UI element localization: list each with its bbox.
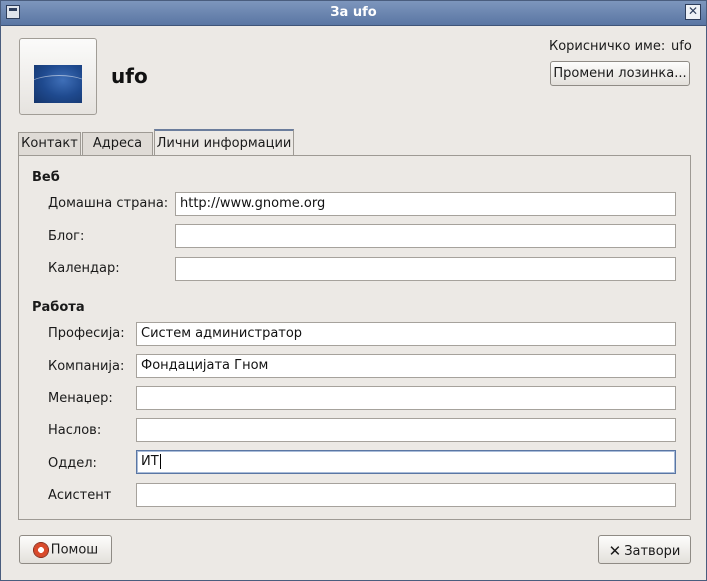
homepage-input[interactable]: http://www.gnome.org <box>175 192 676 216</box>
job-title-label: Наслов: <box>48 423 102 438</box>
avatar-button[interactable] <box>19 38 97 115</box>
help-button[interactable]: Помош <box>19 535 112 564</box>
help-lifebuoy-icon <box>32 542 49 558</box>
close-button-label: Затвори <box>624 544 681 559</box>
about-me-dialog: За ufo ✕ ufo Корисничко име: ufo Промени… <box>0 0 707 581</box>
department-input[interactable]: ИТ <box>136 450 676 474</box>
assistant-input[interactable] <box>136 483 676 507</box>
close-icon: ✕ <box>608 542 622 560</box>
tab-contact[interactable]: Контакт <box>18 132 81 156</box>
manager-input[interactable] <box>136 386 676 410</box>
avatar <box>34 65 82 103</box>
help-button-label: Помош <box>50 542 99 558</box>
calendar-label: Календар: <box>48 261 120 276</box>
assistant-label: Асистент <box>48 488 112 503</box>
window-title: За ufo <box>330 5 377 20</box>
calendar-input[interactable] <box>175 257 676 281</box>
change-password-button[interactable]: Промени лозинка... <box>550 61 690 86</box>
close-button[interactable]: ✕ Затвори <box>598 535 691 564</box>
work-section-title: Работа <box>32 300 85 315</box>
profession-label: Професија: <box>48 326 125 341</box>
department-label: Оддел: <box>48 456 97 471</box>
title-bar[interactable]: За ufo ✕ <box>1 1 706 26</box>
tab-personal-info[interactable]: Лични информации <box>154 129 294 157</box>
blog-input[interactable] <box>175 224 676 248</box>
manager-label: Менаџер: <box>48 391 113 406</box>
profession-input[interactable]: Систем администратор <box>136 322 676 346</box>
company-input[interactable]: Фондацијата Гном <box>136 354 676 378</box>
company-label: Компанија: <box>48 359 125 374</box>
blog-label: Блог: <box>48 229 85 244</box>
user-display-name: ufo <box>111 64 148 88</box>
login-name-value: ufo <box>671 39 692 54</box>
window-close-icon[interactable]: ✕ <box>685 4 701 20</box>
job-title-input[interactable] <box>136 418 676 442</box>
tab-address[interactable]: Адреса <box>82 132 153 156</box>
homepage-label: Домашна страна: <box>48 196 169 211</box>
login-name-label: Корисничко име: <box>549 39 666 54</box>
department-value: ИТ <box>141 454 159 469</box>
web-section-title: Веб <box>32 170 60 185</box>
text-cursor <box>159 454 161 469</box>
